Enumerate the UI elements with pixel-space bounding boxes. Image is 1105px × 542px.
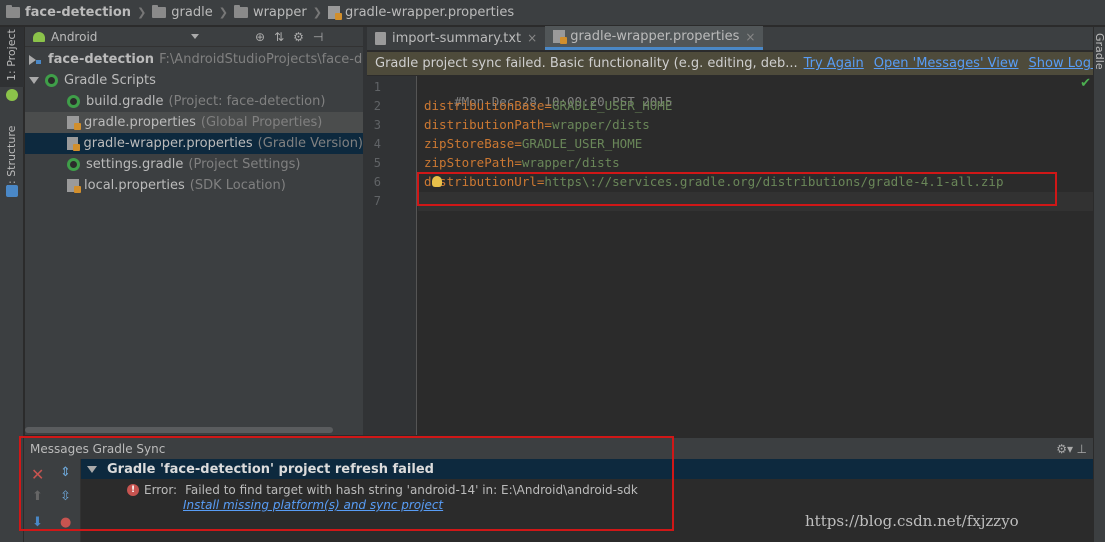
tree-item-settings-gradle[interactable]: settings.gradle (Project Settings) [25, 154, 363, 175]
code-line-4: zipStoreBase=GRADLE_USER_HOME [424, 136, 643, 151]
tree-item-face-detection[interactable]: face-detection F:\AndroidStudioProjects\… [25, 49, 415, 70]
code-line-3: distributionPath=wrapper/dists [424, 117, 650, 132]
scroll-from-source-icon[interactable]: ⊕ [255, 30, 265, 44]
line-number: 6 [373, 175, 381, 189]
tool-tab-structure[interactable]: 7: Structure [0, 115, 24, 195]
folder-icon [233, 5, 248, 18]
try-again-link[interactable]: Try Again [804, 56, 864, 71]
properties-file-icon [67, 116, 81, 130]
annotation-highlight-messages [19, 436, 674, 531]
code-line-5: zipStorePath=wrapper/dists [424, 155, 620, 170]
line-number: 7 [373, 194, 381, 208]
line-number: 1 [373, 80, 381, 94]
project-panel: Android ⊕ ⇅ ⚙ ⊣ face-detection F:\Androi… [25, 27, 415, 435]
breadcrumb-item-gradle-wrapper[interactable]: gradle-wrapper.properties [327, 0, 520, 26]
right-tool-strip: Gradle [1093, 27, 1105, 542]
android-icon[interactable] [6, 89, 18, 101]
gear-icon[interactable]: ⚙▾ [1056, 442, 1073, 456]
module-folder-icon [6, 5, 20, 18]
tree-item-local-properties[interactable]: local.properties (SDK Location) [25, 175, 363, 196]
folder-icon [152, 5, 167, 18]
project-view-select[interactable]: Android [51, 30, 191, 44]
line-number: 2 [373, 99, 381, 113]
breadcrumb-item-wrapper[interactable]: wrapper ❯ [233, 0, 328, 26]
annotation-highlight-distribution-url [417, 172, 1057, 206]
gradle-icon [67, 158, 80, 171]
properties-file-icon [67, 179, 81, 193]
android-icon [33, 31, 45, 42]
gradle-icon [67, 95, 80, 108]
breadcrumb: face-detection ❯ gradle ❯ wrapper ❯ gradle-… [0, 0, 1105, 26]
tree-item-gradle-wrapper-properties[interactable]: gradle-wrapper.properties (Gradle Versio… [25, 133, 363, 154]
properties-file-icon [67, 137, 82, 151]
text-file-icon [375, 31, 386, 45]
hide-panel-icon[interactable]: ⊣ [313, 30, 323, 44]
breadcrumb-item-gradle[interactable]: gradle ❯ [152, 0, 234, 26]
check-icon: ✔ [1080, 76, 1091, 91]
properties-file-icon [553, 30, 568, 44]
close-icon[interactable]: × [745, 30, 755, 44]
line-number-gutter: 1 2 3 4 5 6 7 [367, 76, 417, 435]
expand-arrow-icon[interactable] [29, 54, 36, 65]
line-number: 5 [373, 156, 381, 170]
code-line-2: distributionBase=GRADLE_USER_HOME [424, 98, 673, 113]
line-number: 3 [373, 118, 381, 132]
chevron-down-icon[interactable] [191, 34, 199, 39]
line-number: 4 [373, 137, 381, 151]
tool-tab-project[interactable]: 1: Project [0, 27, 24, 87]
tab-import-summary[interactable]: import-summary.txt × [367, 26, 545, 50]
tree-item-gradle-properties[interactable]: gradle.properties (Global Properties) [25, 112, 363, 133]
close-icon[interactable]: × [527, 31, 537, 45]
tree-item-build-gradle[interactable]: build.gradle (Project: face-detection) [25, 91, 363, 112]
collapse-all-icon[interactable]: ⇅ [274, 30, 284, 44]
open-messages-view-link[interactable]: Open 'Messages' View [874, 56, 1019, 71]
editor-tabs: import-summary.txt × gradle-wrapper.prop… [367, 26, 1093, 51]
tool-tab-gradle[interactable]: Gradle [1093, 33, 1105, 70]
structure-icon[interactable] [6, 185, 18, 197]
notification-banner: Gradle project sync failed. Basic functi… [367, 52, 1093, 75]
horizontal-scrollbar[interactable] [25, 427, 333, 433]
show-log-link[interactable]: Show Log in Explorer [1029, 56, 1093, 71]
tab-gradle-wrapper-properties[interactable]: gradle-wrapper.properties × [545, 26, 764, 50]
watermark: https://blog.csdn.net/fxjzzyo [805, 512, 1019, 530]
gradle-icon [45, 74, 58, 87]
tree-item-gradle-scripts[interactable]: Gradle Scripts [25, 70, 363, 91]
code-editor[interactable]: ✔ #Mon Dec 28 10:00:20 PST 2015 distribu… [418, 76, 1093, 435]
minimize-icon[interactable]: ⊥ [1077, 442, 1087, 456]
gear-icon[interactable]: ⚙ [293, 30, 304, 44]
breadcrumb-item-face-detection[interactable]: face-detection ❯ [6, 0, 152, 26]
collapse-arrow-icon[interactable] [29, 77, 39, 84]
properties-file-icon [327, 6, 342, 20]
project-toolbar: Android ⊕ ⇅ ⚙ ⊣ [25, 27, 363, 47]
